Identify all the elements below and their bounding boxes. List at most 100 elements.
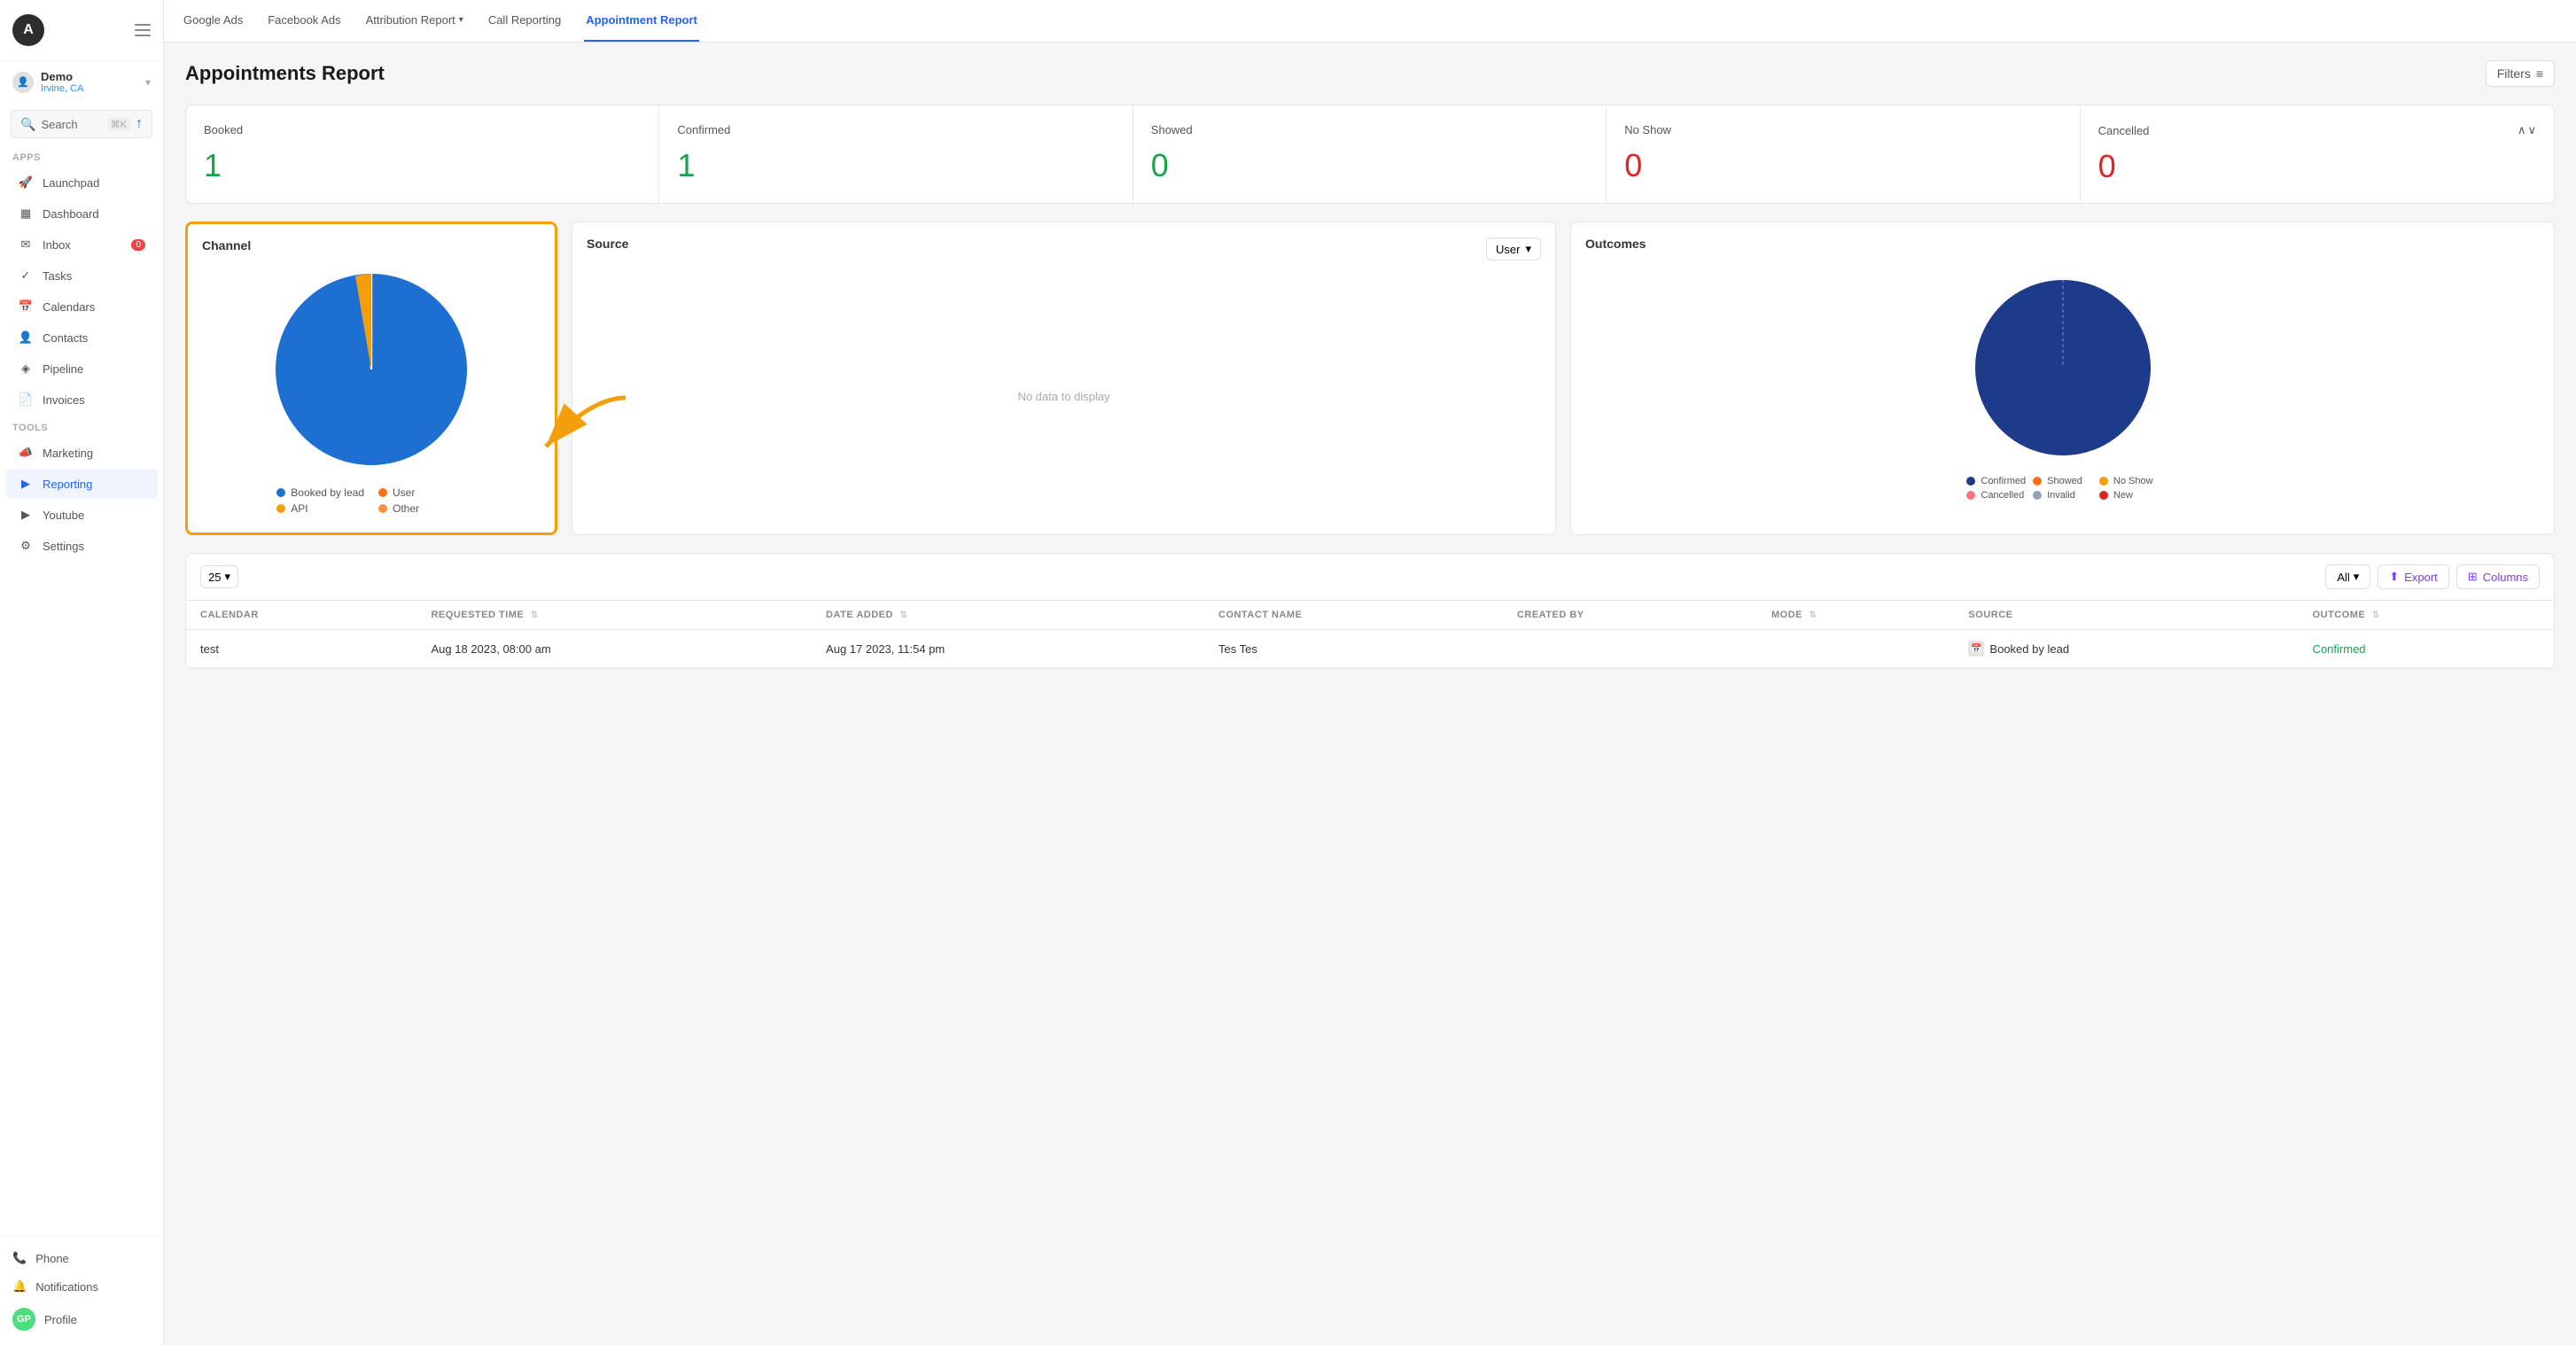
sidebar-item-label: Tasks	[43, 269, 72, 283]
reporting-icon: ▶	[18, 476, 34, 492]
channel-chart-card: Channel Booked by lead	[185, 222, 557, 535]
dashboard-icon: ▦	[18, 206, 34, 222]
stat-label-cancelled: Cancelled ∧ ∨	[2098, 123, 2536, 137]
col-date-added[interactable]: Date Added ⇅	[812, 601, 1204, 630]
sidebar-item-reporting[interactable]: ▶ Reporting	[5, 469, 158, 499]
page-content: Appointments Report Filters ≡ Booked 1 C…	[164, 43, 2576, 1345]
outcomes-chart-area: Confirmed Showed No Show Cancelled	[1585, 261, 2540, 509]
page-title: Appointments Report	[185, 62, 385, 85]
sidebar-item-pipeline[interactable]: ◈ Pipeline	[5, 354, 158, 384]
app-logo: A	[12, 14, 44, 46]
page-size-chevron-icon: ▾	[224, 570, 230, 584]
api-dot	[276, 504, 285, 513]
export-button[interactable]: ⬆ Export	[2378, 564, 2448, 589]
cell-contact-name: Tes Tes	[1204, 630, 1503, 668]
sort-icon: ⇅	[2372, 610, 2380, 620]
sidebar-footer: 📞 Phone 🔔 Notifications GP Profile	[0, 1236, 163, 1345]
showed-dot	[2033, 477, 2042, 486]
upload-icon[interactable]: ↑	[136, 116, 143, 132]
apps-section-label: Apps	[0, 145, 163, 167]
sidebar-nav: Apps 🚀 Launchpad ▦ Dashboard ✉ Inbox 0 ✓…	[0, 145, 163, 1236]
page-header: Appointments Report Filters ≡	[185, 60, 2555, 87]
sidebar-item-label: Contacts	[43, 331, 88, 345]
sidebar-item-marketing[interactable]: 📣 Marketing	[5, 438, 158, 468]
dropdown-chevron-icon: ▾	[1525, 242, 1531, 256]
sidebar-item-phone[interactable]: 📞 Phone	[0, 1244, 163, 1272]
cell-date-added: Aug 17 2023, 11:54 pm	[812, 630, 1204, 668]
legend-new: New	[2099, 490, 2159, 501]
calendars-icon: 📅	[18, 299, 34, 315]
cancelled-chevrons[interactable]: ∧ ∨	[2518, 123, 2536, 137]
sidebar-item-dashboard[interactable]: ▦ Dashboard	[5, 198, 158, 229]
filter-all-dropdown[interactable]: All ▾	[2325, 564, 2370, 589]
sidebar-item-youtube[interactable]: ▶ Youtube	[5, 500, 158, 530]
cell-source: 📅 Booked by lead	[1954, 630, 2298, 668]
chevron-down-icon: ∨	[2527, 123, 2536, 137]
marketing-icon: 📣	[18, 445, 34, 461]
outcomes-pie-chart	[1965, 270, 2160, 465]
sidebar-item-label: Youtube	[43, 509, 84, 522]
legend-booked-by-lead: Booked by lead	[276, 486, 364, 499]
tasks-icon: ✓	[18, 268, 34, 284]
channel-legend: Booked by lead User API Other	[276, 486, 465, 515]
sort-icon: ⇅	[900, 610, 908, 620]
sidebar-item-inbox[interactable]: ✉ Inbox 0	[5, 229, 158, 260]
page-size-select[interactable]: 25 ▾	[200, 565, 238, 588]
col-calendar: Calendar	[186, 601, 416, 630]
appointments-table: Calendar Requested Time ⇅ Date Added ⇅ C…	[186, 601, 2554, 668]
table-actions: All ▾ ⬆ Export ⊞ Columns	[2325, 564, 2540, 589]
account-icon: 👤	[12, 72, 34, 93]
columns-button[interactable]: ⊞ Columns	[2456, 564, 2540, 589]
stat-value-showed: 0	[1151, 147, 1588, 184]
col-outcome[interactable]: Outcome ⇅	[2299, 601, 2554, 630]
tab-call-reporting[interactable]: Call Reporting	[486, 0, 563, 42]
search-bar[interactable]: 🔍 Search ⌘K ↑	[11, 110, 152, 138]
sort-icon: ⇅	[531, 610, 539, 620]
col-mode[interactable]: Mode ⇅	[1757, 601, 1954, 630]
stat-card-confirmed: Confirmed 1	[659, 105, 1132, 203]
outcomes-legend: Confirmed Showed No Show Cancelled	[1966, 476, 2158, 501]
cell-requested-time: Aug 18 2023, 08:00 am	[416, 630, 812, 668]
sidebar-item-notifications[interactable]: 🔔 Notifications	[0, 1272, 163, 1301]
col-requested-time[interactable]: Requested Time ⇅	[416, 601, 812, 630]
sidebar-item-label: Launchpad	[43, 176, 99, 190]
legend-cancelled: Cancelled	[1966, 490, 2026, 501]
col-created-by: Created By	[1503, 601, 1757, 630]
hamburger-menu[interactable]	[135, 24, 151, 36]
launchpad-icon: 🚀	[18, 175, 34, 190]
sidebar: A 👤 Demo Irvine, CA ▾ 🔍 Search ⌘K ↑ Apps…	[0, 0, 164, 1345]
cell-mode	[1757, 630, 1954, 668]
legend-confirmed: Confirmed	[1966, 476, 2026, 486]
sidebar-item-calendars[interactable]: 📅 Calendars	[5, 292, 158, 322]
account-switcher[interactable]: 👤 Demo Irvine, CA ▾	[0, 61, 163, 103]
sidebar-item-label: Pipeline	[43, 362, 83, 376]
source-dropdown[interactable]: User ▾	[1486, 237, 1541, 260]
sidebar-item-contacts[interactable]: 👤 Contacts	[5, 323, 158, 353]
booked-by-lead-dot	[276, 488, 285, 497]
tab-google-ads[interactable]: Google Ads	[182, 0, 245, 42]
sidebar-item-launchpad[interactable]: 🚀 Launchpad	[5, 167, 158, 198]
account-location: Irvine, CA	[41, 83, 138, 94]
sidebar-item-label: Dashboard	[43, 207, 99, 221]
sidebar-item-invoices[interactable]: 📄 Invoices	[5, 385, 158, 415]
legend-no-show: No Show	[2099, 476, 2159, 486]
top-navigation: Google Ads Facebook Ads Attribution Repo…	[164, 0, 2576, 43]
search-shortcut: ⌘K	[107, 118, 130, 131]
table-header-row: Calendar Requested Time ⇅ Date Added ⇅ C…	[186, 601, 2554, 630]
tab-attribution-report[interactable]: Attribution Report ▾	[364, 0, 465, 42]
youtube-icon: ▶	[18, 507, 34, 523]
contacts-icon: 👤	[18, 330, 34, 346]
sidebar-item-profile[interactable]: GP Profile	[0, 1301, 163, 1338]
tab-appointment-report[interactable]: Appointment Report	[584, 0, 699, 42]
tab-facebook-ads[interactable]: Facebook Ads	[266, 0, 342, 42]
table-toolbar: 25 ▾ All ▾ ⬆ Export ⊞ Columns	[186, 554, 2554, 601]
nav-tabs: Google Ads Facebook Ads Attribution Repo…	[182, 0, 699, 42]
tools-section-label: Tools	[0, 416, 163, 437]
sidebar-item-tasks[interactable]: ✓ Tasks	[5, 260, 158, 291]
sidebar-item-settings[interactable]: ⚙ Settings	[5, 531, 158, 561]
sidebar-item-label: Inbox	[43, 238, 71, 252]
sort-icon: ⇅	[1809, 610, 1817, 620]
filters-button[interactable]: Filters ≡	[2486, 60, 2555, 87]
sidebar-item-label: Calendars	[43, 300, 95, 314]
stat-card-no-show: No Show 0	[1607, 105, 2080, 203]
